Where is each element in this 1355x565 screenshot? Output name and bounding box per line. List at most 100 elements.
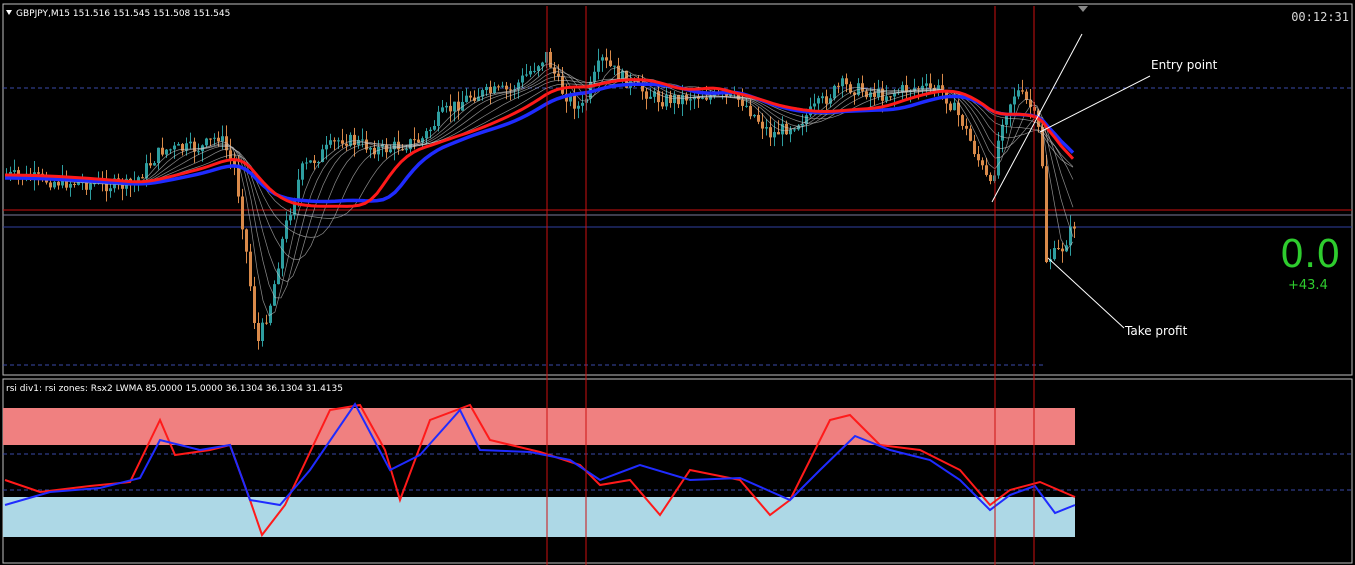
candle-body bbox=[497, 86, 500, 88]
candle-body bbox=[741, 99, 744, 106]
candle-body bbox=[573, 95, 576, 109]
candle-body bbox=[501, 85, 504, 87]
candle-body bbox=[981, 160, 984, 166]
entry-point-label: Entry point bbox=[1151, 58, 1218, 72]
candle-body bbox=[705, 97, 708, 100]
candle-body bbox=[789, 129, 792, 135]
candle-body bbox=[413, 139, 416, 141]
candle-body bbox=[785, 123, 788, 135]
candle-body bbox=[561, 76, 564, 94]
candle-body bbox=[549, 51, 552, 68]
candle-body bbox=[773, 132, 776, 138]
candle-body bbox=[165, 149, 168, 155]
candle-body bbox=[153, 163, 156, 166]
candle-body bbox=[525, 74, 528, 76]
candle-body bbox=[645, 91, 648, 99]
candle-body bbox=[197, 151, 200, 153]
candle-body bbox=[841, 78, 844, 87]
triangle-down-icon[interactable] bbox=[6, 10, 12, 15]
candle-body bbox=[157, 147, 160, 164]
candle-body bbox=[865, 91, 868, 98]
candle-body bbox=[613, 65, 616, 67]
candle-body bbox=[309, 160, 312, 163]
candle-body bbox=[345, 143, 348, 146]
candle-body bbox=[837, 85, 840, 87]
candle-body bbox=[609, 60, 612, 67]
candle-body bbox=[833, 85, 836, 99]
candle-body bbox=[761, 121, 764, 129]
candle-body bbox=[193, 141, 196, 152]
symbol-info: GBPJPY,M15 151.516 151.545 151.508 151.5… bbox=[16, 9, 231, 19]
candle-body bbox=[1045, 166, 1048, 263]
candle-body bbox=[961, 115, 964, 126]
candle-body bbox=[69, 183, 72, 188]
candle-body bbox=[265, 322, 268, 324]
candle-body bbox=[177, 144, 180, 146]
candle-body bbox=[1013, 96, 1016, 105]
candle-body bbox=[861, 83, 864, 92]
candle-body bbox=[533, 70, 536, 72]
candle-body bbox=[205, 138, 208, 146]
candle-body bbox=[597, 60, 600, 72]
candle-body bbox=[605, 57, 608, 61]
candle-body bbox=[925, 83, 928, 86]
candle-body bbox=[325, 144, 328, 150]
candle-body bbox=[889, 96, 892, 98]
candle-body bbox=[333, 140, 336, 142]
candle-body bbox=[821, 96, 824, 99]
candle-body bbox=[1057, 248, 1060, 250]
candle-body bbox=[793, 129, 796, 131]
candle-body bbox=[701, 97, 704, 99]
candle-body bbox=[169, 149, 172, 151]
candle-body bbox=[929, 83, 932, 88]
candle-body bbox=[985, 165, 988, 175]
profit-delta: +43.4 bbox=[1288, 278, 1328, 293]
candle-body bbox=[949, 103, 952, 111]
candle-body bbox=[429, 129, 432, 132]
candle-body bbox=[441, 107, 444, 112]
candle-body bbox=[1001, 124, 1004, 141]
candle-body bbox=[261, 322, 264, 342]
take-profit-label: Take profit bbox=[1125, 324, 1188, 338]
candle-body bbox=[389, 149, 392, 153]
candle-body bbox=[149, 163, 152, 166]
candle-body bbox=[13, 170, 16, 172]
price-chart[interactable] bbox=[0, 0, 1355, 565]
candle-body bbox=[505, 85, 508, 90]
candle-body bbox=[445, 105, 448, 108]
candle-body bbox=[593, 71, 596, 82]
candle-body bbox=[973, 140, 976, 155]
candle-body bbox=[281, 238, 284, 269]
candle-body bbox=[885, 96, 888, 101]
candle-body bbox=[237, 166, 240, 197]
candle-body bbox=[1061, 248, 1064, 252]
candle-body bbox=[425, 131, 428, 139]
candle-body bbox=[49, 182, 52, 188]
candle-body bbox=[405, 149, 408, 151]
candle-body bbox=[437, 111, 440, 127]
candle-body bbox=[217, 137, 220, 142]
candle-body bbox=[557, 73, 560, 77]
candle-body bbox=[189, 141, 192, 144]
candle-body bbox=[769, 127, 772, 138]
main-chart-frame bbox=[2, 3, 1353, 376]
candle-body bbox=[845, 78, 848, 85]
candle-body bbox=[241, 196, 244, 230]
candle-body bbox=[989, 174, 992, 182]
candle-body bbox=[661, 102, 664, 107]
candle-body bbox=[289, 215, 292, 221]
candle-body bbox=[361, 139, 364, 141]
candle-body bbox=[301, 163, 304, 180]
candle-body bbox=[373, 147, 376, 155]
candle-body bbox=[749, 105, 752, 117]
candle-body bbox=[825, 96, 828, 104]
candle-body bbox=[1017, 90, 1020, 97]
candle-body bbox=[509, 89, 512, 91]
candle-body bbox=[657, 91, 660, 103]
candle-body bbox=[453, 101, 456, 112]
candle-body bbox=[369, 147, 372, 150]
candle-body bbox=[677, 94, 680, 105]
candle-body bbox=[417, 139, 420, 143]
candle-body bbox=[965, 125, 968, 129]
profit-value: 0.0 bbox=[1280, 232, 1341, 276]
